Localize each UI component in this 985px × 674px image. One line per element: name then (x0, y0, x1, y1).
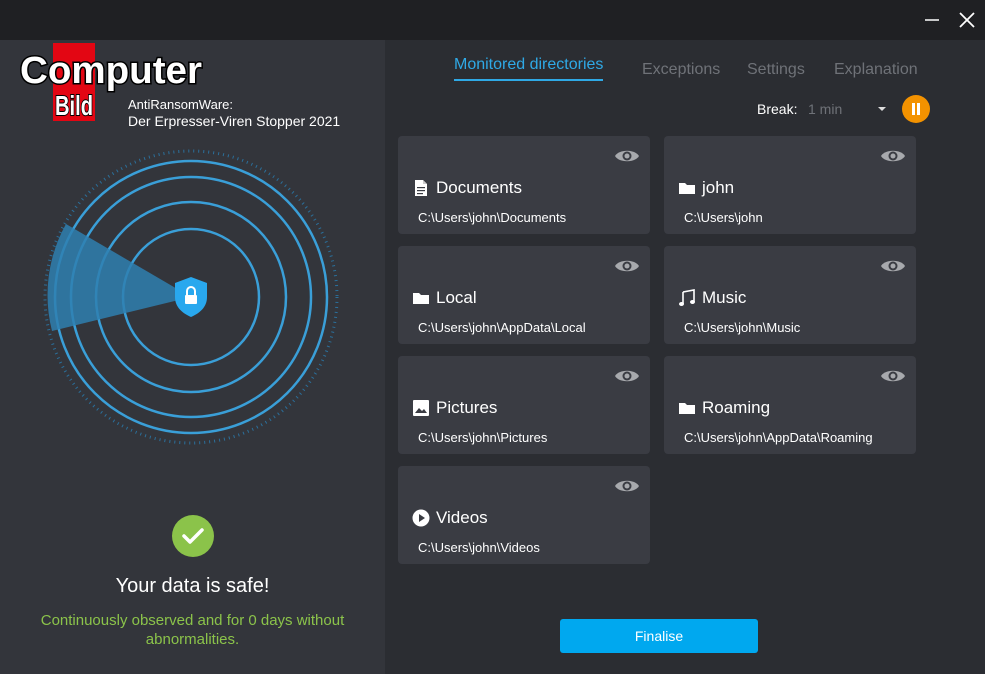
document-icon (412, 179, 430, 197)
directory-name: john (702, 178, 735, 197)
directory-path: C:\Users\john\Pictures (418, 430, 548, 445)
directory-name: Local (436, 288, 477, 307)
directory-card: Music C:\Users\john\Music (664, 246, 916, 344)
check-icon (172, 515, 214, 557)
directory-name: Music (702, 288, 747, 307)
radar-graphic (40, 146, 342, 448)
directory-name: Videos (436, 508, 488, 527)
directory-path: C:\Users\john\AppData\Local (418, 320, 586, 335)
pause-button[interactable] (902, 95, 930, 123)
directory-card: Local C:\Users\john\AppData\Local (398, 246, 650, 344)
directory-path: C:\Users\john\Videos (418, 540, 540, 555)
eye-icon[interactable] (614, 478, 640, 494)
directory-path: C:\Users\john\Music (684, 320, 801, 335)
folder-icon (412, 289, 430, 307)
directory-path: C:\Users\john\AppData\Roaming (684, 430, 873, 445)
break-value: 1 min (808, 101, 843, 117)
minimize-icon[interactable] (920, 8, 944, 32)
eye-icon[interactable] (614, 258, 640, 274)
folder-icon (678, 179, 696, 197)
title-bar (0, 0, 985, 40)
directory-card: Roaming C:\Users\john\AppData\Roaming (664, 356, 916, 454)
directory-card: john C:\Users\john (664, 136, 916, 234)
finalise-button[interactable]: Finalise (560, 619, 758, 653)
image-icon (412, 399, 430, 417)
logo-text-bottom: Bild (55, 90, 93, 121)
directory-path: C:\Users\john (684, 210, 763, 225)
directory-card: Videos C:\Users\john\Videos (398, 466, 650, 564)
eye-icon[interactable] (614, 148, 640, 164)
break-duration-select[interactable]: 1 min (800, 96, 892, 122)
tab-explanation[interactable]: Explanation (834, 61, 918, 79)
tab-exceptions[interactable]: Exceptions (642, 61, 720, 79)
break-label: Break: (757, 101, 798, 117)
music-icon (678, 289, 696, 307)
app-name: AntiRansomWare: Der Erpresser-Viren Stop… (128, 96, 340, 130)
chevron-down-icon (878, 107, 886, 111)
status-title: Your data is safe! (115, 575, 270, 597)
tab-settings[interactable]: Settings (747, 61, 805, 79)
eye-icon[interactable] (880, 368, 906, 384)
app-name-line1: AntiRansomWare: (128, 97, 233, 112)
directory-path: C:\Users\john\Documents (418, 210, 567, 225)
eye-icon[interactable] (880, 258, 906, 274)
directory-name: Roaming (702, 398, 771, 417)
status-subtitle: Continuously observed and for 0 days wit… (40, 612, 345, 648)
eye-icon[interactable] (614, 368, 640, 384)
eye-icon[interactable] (880, 148, 906, 164)
directory-card: Pictures C:\Users\john\Pictures (398, 356, 650, 454)
folder-icon (678, 399, 696, 417)
close-icon[interactable] (955, 8, 979, 32)
play-icon (412, 509, 430, 527)
directory-card: Documents C:\Users\john\Documents (398, 136, 650, 234)
tab-monitored-directories[interactable]: Monitored directories (454, 56, 604, 81)
shield-lock-icon (175, 277, 207, 317)
directory-name: Documents (436, 178, 522, 197)
logo-text-top: Computer (20, 50, 202, 92)
app-name-line2: Der Erpresser-Viren Stopper 2021 (128, 113, 341, 129)
directory-name: Pictures (436, 398, 498, 417)
